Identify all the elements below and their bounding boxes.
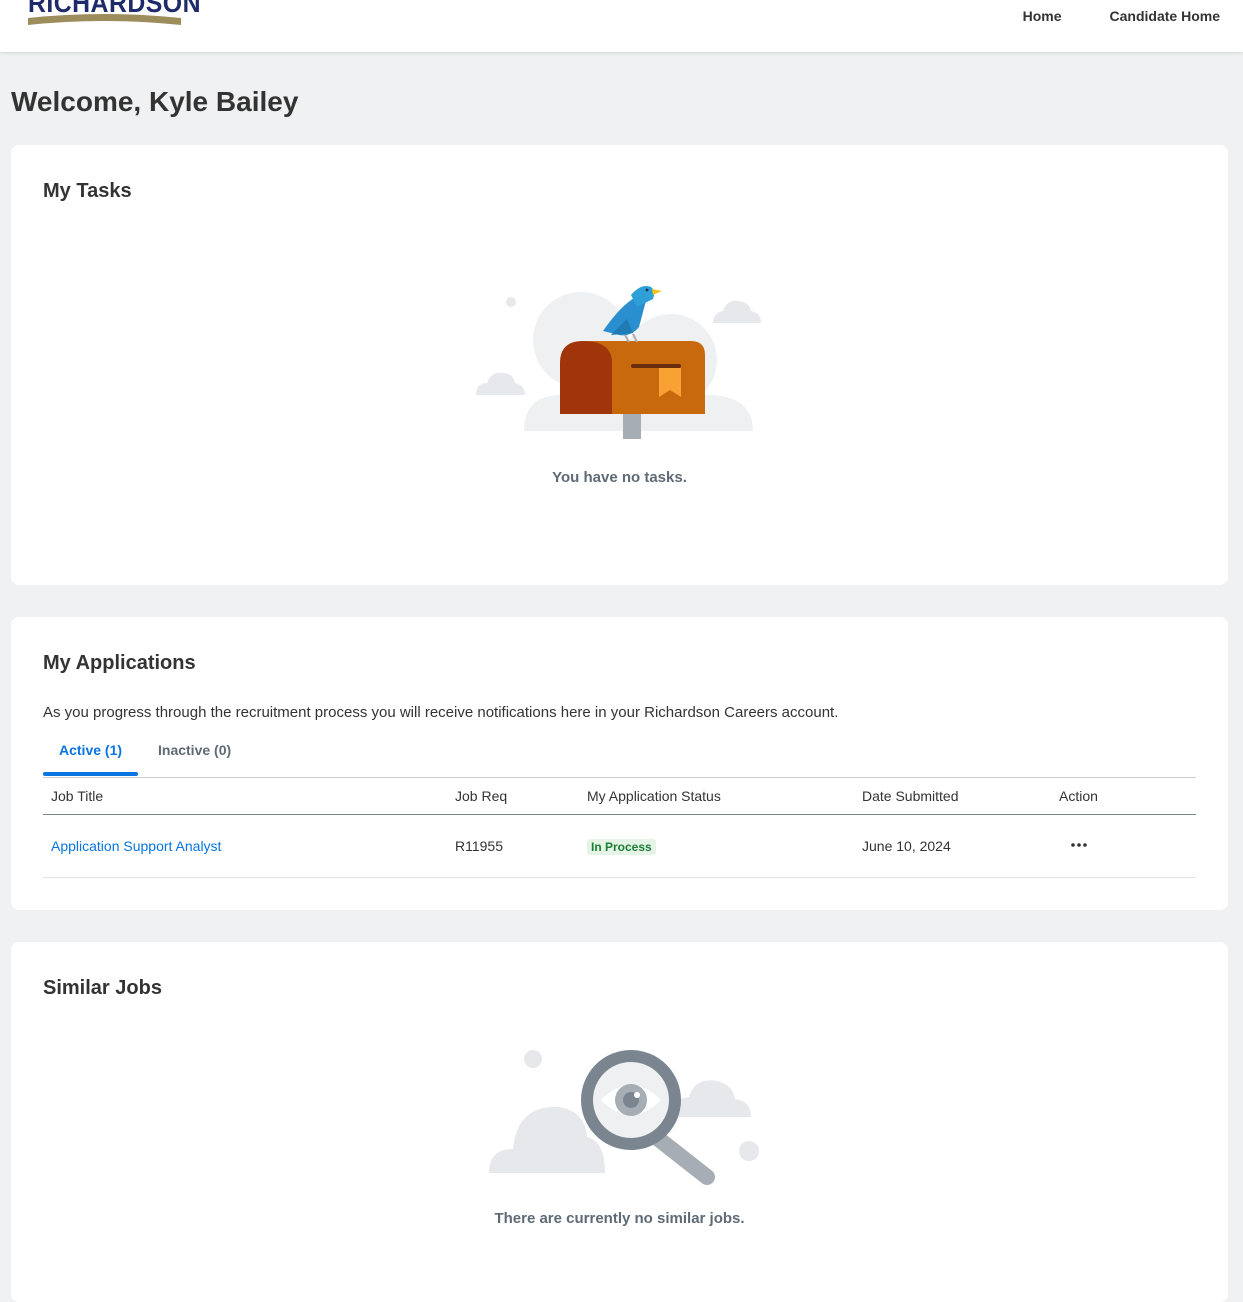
magnifier-eye-icon xyxy=(489,1050,759,1185)
richardson-logo[interactable]: RICHARDSON xyxy=(28,0,201,28)
table-header: Job Title Job Req My Application Status … xyxy=(43,777,1196,815)
job-req-cell: R11955 xyxy=(455,838,504,854)
my-applications-title: My Applications xyxy=(43,652,196,674)
tasks-empty-message: You have no tasks. xyxy=(552,469,687,486)
nav-home-link[interactable]: Home xyxy=(1023,8,1062,24)
table-row: Application Support Analyst R11955 In Pr… xyxy=(43,815,1196,878)
job-title-cell: Application Support Analyst xyxy=(51,838,221,854)
top-bar: RICHARDSON Home Candidate Home xyxy=(0,0,1243,52)
job-title-link[interactable]: Application Support Analyst xyxy=(51,838,221,854)
col-application-status: My Application Status xyxy=(587,788,721,804)
mailbox-bird-icon xyxy=(476,286,761,439)
tab-inactive[interactable]: Inactive (0) xyxy=(158,742,231,758)
col-action: Action xyxy=(1059,788,1098,804)
similar-jobs-title: Similar Jobs xyxy=(43,977,162,999)
col-job-title: Job Title xyxy=(51,788,104,804)
top-nav: Home Candidate Home xyxy=(1023,8,1220,24)
application-tabs: Active (1) Inactive (0) xyxy=(43,734,1196,778)
my-tasks-card: My Tasks You have no tasks. xyxy=(11,145,1228,585)
tab-active[interactable]: Active (1) xyxy=(59,742,122,758)
col-date-submitted: Date Submitted xyxy=(862,788,959,804)
my-tasks-title: My Tasks xyxy=(43,180,132,202)
welcome-heading: Welcome, Kyle Bailey xyxy=(11,86,299,117)
similar-jobs-card: Similar Jobs There are currently no simi… xyxy=(11,942,1228,1302)
active-tab-indicator xyxy=(43,772,138,776)
similar-jobs-empty-message: There are currently no similar jobs. xyxy=(494,1210,745,1227)
logo-swoosh-icon xyxy=(28,14,181,25)
col-job-req: Job Req xyxy=(455,788,508,804)
status-badge: In Process xyxy=(587,839,656,855)
more-horizontal-icon[interactable] xyxy=(1067,833,1091,857)
nav-candidate-home-link[interactable]: Candidate Home xyxy=(1110,8,1220,24)
my-applications-card: My Applications As you progress through … xyxy=(11,617,1228,910)
date-submitted-cell: June 10, 2024 xyxy=(862,838,951,854)
applications-description: As you progress through the recruitment … xyxy=(43,704,839,721)
applications-table: Job Title Job Req My Application Status … xyxy=(43,777,1196,878)
